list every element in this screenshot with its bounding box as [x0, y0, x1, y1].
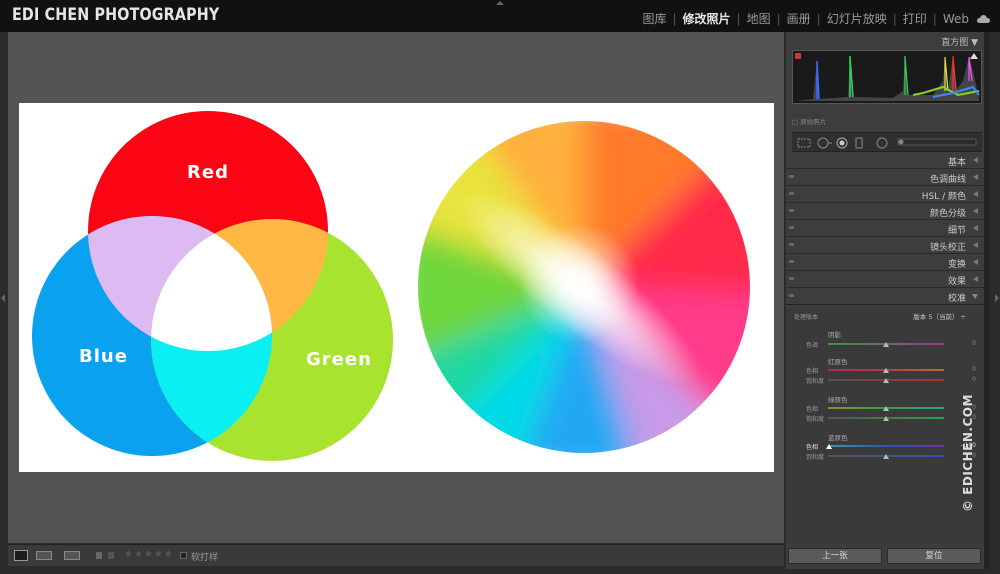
panel-detail[interactable]: 细节 [786, 220, 984, 237]
spot-removal-icon[interactable] [817, 137, 832, 149]
red-hue-thumb[interactable] [883, 368, 889, 373]
module-picker: 图库 | 修改照片 | 地图 | 画册 | 幻灯片放映 | 打印 | Web [642, 10, 990, 27]
watermark-text: © EDICHEN.COM [961, 394, 975, 512]
right-edge [990, 32, 1000, 569]
module-separator: | [776, 11, 781, 26]
calibration-panel: 处理版本 版本 5（当前） ÷ 阴影 色调 0 红原色 色相 0 饱和度 0 绿… [786, 308, 984, 544]
blue-primary-title: 蓝原色 [828, 434, 848, 442]
panel-transform[interactable]: 变换 [786, 254, 984, 271]
identity-plate: EDI CHEN PHOTOGRAPHY [12, 5, 220, 25]
module-book[interactable]: 画册 [787, 10, 811, 27]
panel-hsl-color[interactable]: HSL / 颜色 [786, 186, 984, 203]
top-bar: EDI CHEN PHOTOGRAPHY 图库 | 修改照片 | 地图 | 画册… [0, 0, 1000, 32]
develop-tool-strip [792, 132, 982, 152]
blue-hue-label: 色相 [806, 444, 819, 451]
graduated-filter-icon[interactable] [855, 137, 863, 149]
histogram-graph [795, 53, 980, 101]
shadows-tint-thumb[interactable] [883, 342, 889, 347]
panel-toggle-icon[interactable] [789, 260, 794, 263]
left-panel-toggle-icon[interactable] [1, 294, 5, 302]
green-hue-label: 色相 [806, 406, 819, 413]
panel-toggle-icon[interactable] [789, 277, 794, 280]
module-print[interactable]: 打印 [903, 10, 927, 27]
red-primary-title: 红原色 [828, 358, 848, 366]
bottom-toolbar: ★★★★★ 软打样 [8, 544, 784, 566]
compare-view-icon[interactable] [36, 551, 52, 560]
histogram [792, 50, 982, 104]
label-blue: Blue [79, 346, 128, 367]
softproof-checkbox[interactable] [180, 552, 187, 559]
label-red: Red [187, 162, 229, 183]
red-eye-icon[interactable] [836, 137, 848, 149]
panel-toggle-icon[interactable] [789, 226, 794, 229]
panel-buttons: 上一张 复位 [786, 546, 984, 566]
panel-color-grading[interactable]: 颜色分级 [786, 203, 984, 220]
panel-basic[interactable]: 基本 [786, 152, 984, 169]
right-panel-toggle-icon[interactable] [995, 294, 999, 302]
module-develop[interactable]: 修改照片 [683, 10, 731, 27]
reject-flag-icon[interactable] [108, 552, 114, 559]
panel-calibration[interactable]: 校准 [786, 288, 984, 305]
module-web[interactable]: Web [943, 12, 969, 26]
photo-image: Red Blue Green [19, 103, 774, 472]
red-saturation-thumb[interactable] [883, 378, 889, 383]
process-version-select[interactable]: 版本 5（当前） ÷ [913, 311, 966, 321]
green-hue-thumb[interactable] [883, 406, 889, 411]
color-wheel-illustration [32, 111, 750, 461]
module-slideshow[interactable]: 幻灯片放映 [827, 10, 887, 27]
red-hue-value[interactable]: 0 [972, 366, 976, 373]
panel-effects[interactable]: 效果 [786, 271, 984, 288]
module-separator: | [672, 11, 677, 26]
module-separator: | [892, 11, 897, 26]
module-separator: | [816, 11, 821, 26]
label-green: Green [306, 349, 372, 370]
module-separator: | [736, 11, 741, 26]
cloud-icon[interactable] [977, 14, 990, 23]
panel-toggle-icon[interactable] [789, 192, 794, 195]
panel-lens-corrections[interactable]: 镜头校正 [786, 237, 984, 254]
panel-tone-curve[interactable]: 色调曲线 [786, 169, 984, 186]
reset-button[interactable]: 复位 [887, 548, 981, 564]
photo-preview-area: Red Blue Green [8, 32, 784, 543]
module-map[interactable]: 地图 [747, 10, 771, 27]
loupe-view-icon[interactable] [14, 550, 28, 561]
blue-saturation-label: 饱和度 [806, 454, 825, 461]
softproof-label: 软打样 [191, 553, 219, 563]
panel-toggle-icon[interactable] [789, 209, 794, 212]
shadows-title: 阴影 [828, 331, 841, 339]
module-library[interactable]: 图库 [642, 10, 666, 27]
previous-button[interactable]: 上一张 [788, 548, 882, 564]
radial-filter-icon[interactable] [876, 137, 888, 149]
panel-toggle-icon[interactable] [789, 294, 794, 297]
green-saturation-label: 饱和度 [806, 416, 825, 423]
crop-tool-icon[interactable] [797, 138, 811, 148]
panel-toggle-icon[interactable] [789, 243, 794, 246]
module-separator: | [932, 11, 937, 26]
blue-hue-thumb[interactable] [826, 444, 832, 449]
red-saturation-value[interactable]: 0 [972, 376, 976, 383]
green-saturation-thumb[interactable] [883, 416, 889, 421]
blue-hue-slider[interactable] [828, 445, 944, 447]
flag-icon[interactable] [96, 552, 102, 559]
star-rating[interactable]: ★★★★★ [124, 549, 174, 560]
shadows-tint-label: 色调 [806, 342, 819, 349]
blue-saturation-thumb[interactable] [883, 454, 889, 459]
shadows-tint-value[interactable]: 0 [972, 340, 976, 347]
original-photo-label: □ 原始照片 [792, 118, 827, 126]
before-after-icon[interactable] [64, 551, 80, 560]
right-panel: 直方图 ▼ □ 原始照片 基本 色调曲线 HSL / 颜色 颜色分级 细节 镜头… [786, 32, 984, 569]
green-primary-title: 绿原色 [828, 396, 848, 404]
process-version-label: 处理版本 [794, 314, 819, 321]
red-hue-label: 色相 [806, 368, 819, 375]
top-panel-toggle-icon[interactable] [496, 1, 504, 5]
red-saturation-label: 饱和度 [806, 378, 825, 385]
panel-toggle-icon[interactable] [789, 175, 794, 178]
histogram-title[interactable]: 直方图 ▼ [941, 35, 978, 48]
brush-slider-icon[interactable] [897, 138, 977, 146]
